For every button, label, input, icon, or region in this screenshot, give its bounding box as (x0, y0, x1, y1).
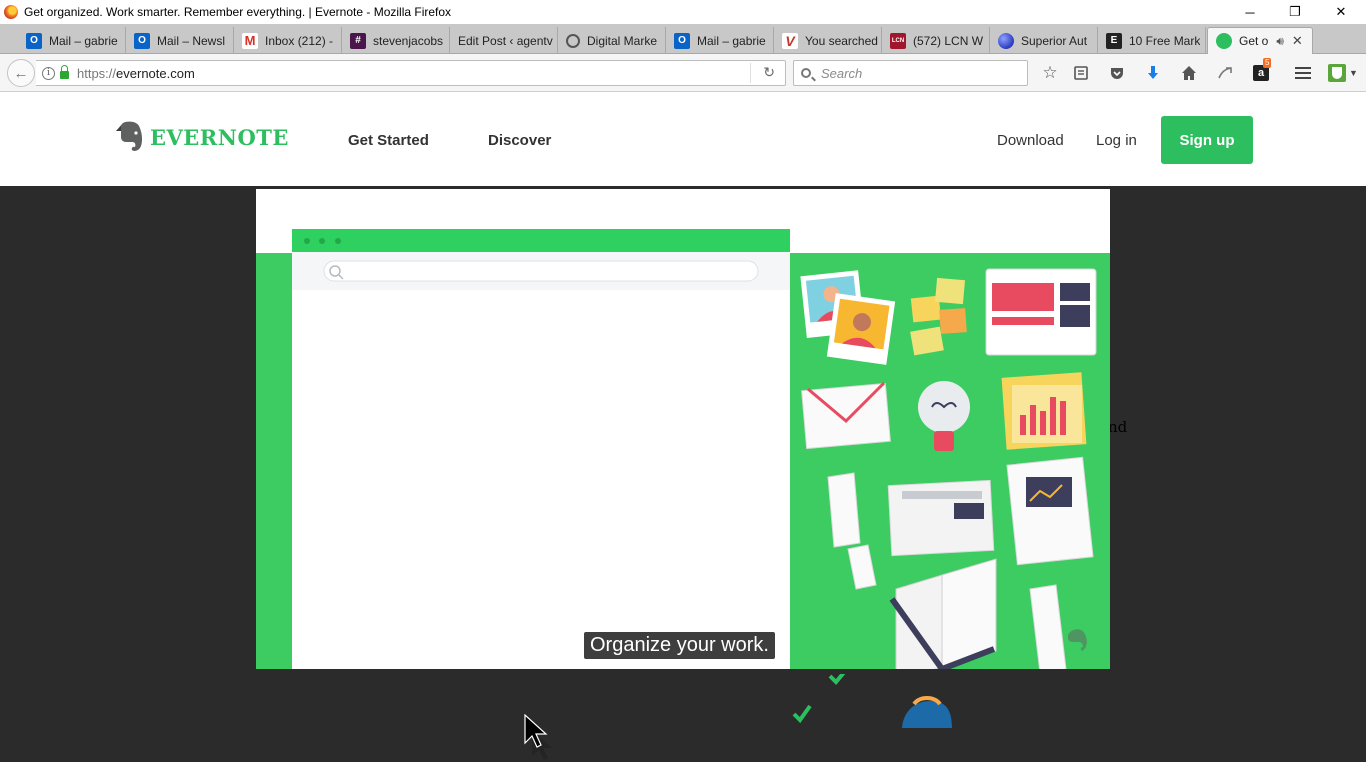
search-bar[interactable] (793, 60, 1028, 86)
restore-button[interactable]: ❐ (1272, 0, 1318, 24)
gmail-icon: M (242, 32, 258, 49)
tab-label: Get o (1239, 34, 1269, 48)
promo-video-player[interactable]: Organize your work. (256, 189, 1110, 669)
signup-button[interactable]: Sign up (1161, 116, 1253, 164)
bookmarks-list-icon[interactable] (1071, 63, 1091, 83)
login-link[interactable]: Log in (1096, 132, 1137, 149)
e-logo-icon: E (1106, 32, 1122, 49)
tab-label: Mail – gabrie (697, 33, 766, 48)
tab-gmail-inbox[interactable]: M Inbox (212) - (234, 27, 342, 54)
speaker-icon[interactable]: 🔊︎ (1276, 34, 1284, 49)
nav-get-started[interactable]: Get Started (348, 132, 429, 149)
downloads-icon[interactable] (1143, 63, 1163, 83)
lcn-icon: LCN (890, 32, 906, 49)
window-titlebar: Get organized. Work smarter. Remember ev… (0, 0, 1366, 24)
close-tab-icon[interactable]: ✕ (1292, 33, 1303, 49)
url-scheme: https:// (77, 65, 117, 81)
tab-10-free-marketing[interactable]: E 10 Free Mark (1098, 27, 1206, 54)
nav-discover[interactable]: Discover (488, 132, 551, 149)
tab-stevenjacobs[interactable]: # stevenjacobs (342, 27, 450, 54)
tab-mail-gabriel-1[interactable]: O Mail – gabrie (18, 27, 126, 54)
video-caption: Organize your work. (584, 632, 775, 659)
elephant-logo-icon (116, 121, 143, 151)
tab-label: stevenjacobs (373, 33, 444, 48)
home-icon[interactable] (1179, 63, 1199, 83)
reload-button[interactable]: ↻ (763, 64, 775, 81)
lock-icon[interactable] (60, 65, 69, 79)
url-text[interactable]: https://evernote.com (77, 66, 195, 81)
minimize-button[interactable]: ─ (1227, 0, 1273, 24)
tab-superior-auto[interactable]: Superior Aut (990, 27, 1098, 54)
brand-wordmark: EVERNOTE (150, 124, 289, 150)
bookmark-star-icon[interactable]: ☆ (1040, 63, 1060, 83)
navigation-toolbar: ← i https://evernote.com ↻ ☆ a 5 ▼ (0, 54, 1366, 92)
menu-hamburger-icon[interactable] (1293, 63, 1313, 83)
url-divider (750, 63, 751, 83)
url-host: evernote.com (116, 65, 195, 81)
window-title: Get organized. Work smarter. Remember ev… (24, 5, 452, 19)
tab-label: Inbox (212) - (265, 33, 334, 48)
download-link[interactable]: Download (997, 132, 1064, 149)
outlook-icon: O (134, 32, 150, 49)
back-button[interactable]: ← (7, 59, 35, 87)
search-icon (801, 68, 811, 78)
tab-mail-newsletter[interactable]: O Mail – Newsl (126, 27, 234, 54)
tab-label: Mail – gabrie (49, 33, 118, 48)
slack-hash-icon: # (350, 32, 366, 49)
tab-label: Digital Marke (587, 33, 658, 48)
amazon-extension-icon[interactable]: a 5 (1251, 58, 1272, 83)
checkmark-icon (810, 621, 860, 651)
tab-mail-gabriel-2[interactable]: O Mail – gabrie (666, 27, 774, 54)
tab-edit-post[interactable]: Edit Post ‹ agentv (450, 27, 558, 54)
evernote-icon (1216, 33, 1232, 49)
tab-label: Edit Post ‹ agentv (458, 33, 553, 48)
site-info-icon[interactable]: i (42, 66, 55, 80)
site-header: EVERNOTE Get Started Discover Download L… (0, 92, 1366, 186)
v-logo-icon: V (782, 32, 798, 49)
tab-evernote-active[interactable]: Get o 🔊︎ ✕ (1207, 27, 1313, 54)
evernote-logo[interactable]: EVERNOTE (114, 120, 289, 154)
pocket-icon[interactable] (1107, 63, 1127, 83)
tab-label: Mail – Newsl (157, 33, 226, 48)
obscured-page-text: nd (1108, 418, 1128, 436)
background-illustration (792, 674, 952, 728)
tab-strip: O Mail – gabrie O Mail – Newsl M Inbox (… (0, 24, 1366, 73)
mouse-cursor-icon (524, 714, 552, 760)
video-overlay-backdrop[interactable]: nd Organize your work. (0, 186, 1366, 760)
url-bar[interactable]: i https://evernote.com ↻ (36, 60, 786, 86)
tab-digital-marketing[interactable]: Digital Marke (558, 27, 666, 54)
sphere-icon (998, 32, 1014, 49)
shield-extension-icon[interactable]: ▼ (1326, 63, 1360, 83)
globe-swirl-icon (566, 33, 580, 48)
tab-label: You searched (805, 33, 878, 48)
close-window-button[interactable]: ✕ (1318, 0, 1364, 24)
tab-label: (572) LCN W (913, 33, 984, 48)
tab-label: 10 Free Mark (1129, 33, 1201, 48)
tab-you-searched[interactable]: V You searched (774, 27, 882, 54)
outlook-icon: O (26, 32, 42, 49)
search-input[interactable] (821, 65, 1001, 81)
tab-label: Superior Aut (1021, 33, 1088, 48)
firefox-logo-icon (4, 5, 18, 19)
outlook-icon: O (674, 32, 690, 49)
amazon-badge: 5 (1263, 58, 1272, 68)
video-frame-illustration (256, 229, 1110, 669)
tab-lcn[interactable]: LCN (572) LCN W (882, 27, 990, 54)
send-tab-icon[interactable] (1215, 63, 1235, 83)
